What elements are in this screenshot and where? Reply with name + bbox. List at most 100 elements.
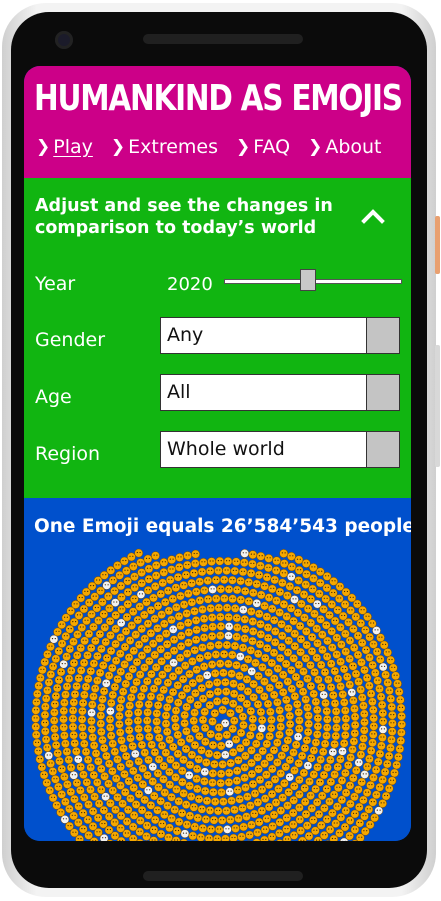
person-emoji-icon [293,732,303,742]
person-emoji-icon [332,715,341,724]
person-emoji-icon [232,632,242,642]
person-emoji-icon [387,735,396,745]
person-emoji-icon [50,699,60,709]
person-emoji-icon [133,708,143,717]
person-emoji-icon [263,633,273,643]
person-emoji-icon [116,762,126,772]
person-emoji-icon [41,694,51,703]
person-emoji-icon [90,792,99,802]
person-emoji-icon [384,751,394,761]
person-emoji-icon [125,701,135,710]
person-emoji-icon [34,681,44,691]
person-emoji-icon [229,716,239,726]
person-emoji-icon [189,802,199,812]
person-emoji-icon [59,714,68,724]
person-emoji-icon [264,593,274,602]
person-emoji-icon [380,767,390,777]
bottom-speaker [143,871,303,881]
person-emoji-icon [238,567,248,577]
person-emoji-icon [86,643,96,653]
person-emoji-icon [83,674,93,684]
person-emoji-icon [225,787,235,797]
chevron-up-icon [361,209,385,224]
nav-about-label: About [325,136,382,158]
person-emoji-icon [192,764,202,774]
person-emoji-icon [48,767,58,776]
dropdown-arrow-icon[interactable] [366,318,399,353]
person-emoji-icon [265,731,274,741]
person-emoji-icon [330,739,339,749]
person-emoji-icon [272,596,281,606]
person-emoji-icon [74,673,84,683]
site-title[interactable]: HUMANKIND AS EMOJIS [34,78,403,119]
nav-play-link[interactable]: ❯ Play [36,136,93,158]
person-emoji-icon [340,730,350,740]
person-emoji-icon [149,684,159,694]
person-emoji-icon [313,762,322,772]
person-emoji-icon [191,549,200,559]
volume-button [435,345,440,467]
person-emoji-icon [330,770,339,779]
person-emoji-icon [233,785,243,795]
person-emoji-icon [87,716,96,726]
person-emoji-icon [150,582,160,591]
person-emoji-icon [151,561,161,570]
person-emoji-icon [332,650,342,659]
nav-about-link[interactable]: ❯ About [308,136,381,158]
person-emoji-icon [252,838,261,841]
nav-faq-link[interactable]: ❯ FAQ [236,136,290,158]
person-emoji-icon [173,572,183,582]
person-emoji-icon [383,648,392,657]
person-emoji-icon [181,570,191,580]
person-emoji-icon [262,572,272,582]
person-emoji-icon [350,720,360,730]
region-select[interactable]: Whole world [160,431,400,468]
person-emoji-icon [149,593,158,603]
gender-select[interactable]: Any [160,317,400,354]
dropdown-arrow-icon[interactable] [366,432,399,467]
person-emoji-icon [391,671,400,681]
intro-text: Adjust and see the changes in comparison… [35,196,333,238]
person-emoji-icon [286,572,296,582]
collapse-button[interactable] [359,204,387,228]
person-emoji-icon [179,789,188,798]
power-button [435,216,440,274]
person-emoji-icon [240,615,250,624]
person-emoji-icon [156,829,166,839]
dropdown-arrow-icon[interactable] [366,375,399,410]
person-emoji-icon [199,662,209,671]
year-slider-thumb[interactable] [299,269,316,291]
person-emoji-icon [62,747,72,757]
person-emoji-icon [40,657,50,667]
person-emoji-icon [214,603,224,613]
person-emoji-icon [96,785,106,795]
person-emoji-icon [198,605,207,614]
person-emoji-icon [220,594,229,603]
person-emoji-icon [132,677,141,687]
person-emoji-icon [392,760,401,770]
person-emoji-icon [33,689,42,699]
person-emoji-icon [68,714,78,724]
person-emoji-icon [197,804,207,814]
person-emoji-icon [226,708,235,718]
person-emoji-icon [187,597,197,607]
person-emoji-icon [195,577,205,587]
nav-extremes-link[interactable]: ❯ Extremes [111,136,218,158]
person-emoji-icon [243,654,253,664]
person-emoji-icon [144,699,154,709]
person-emoji-icon [244,577,254,587]
person-emoji-icon [390,768,399,778]
person-emoji-icon [212,750,222,760]
person-emoji-icon [199,558,208,567]
person-emoji-icon [256,590,266,600]
person-emoji-icon [234,704,244,714]
person-emoji-icon [32,697,41,707]
person-emoji-icon [365,632,374,642]
person-emoji-icon [91,749,101,758]
person-emoji-icon [44,751,54,760]
person-emoji-icon [142,676,152,686]
age-select[interactable]: All [160,374,400,411]
person-emoji-icon [242,699,252,709]
person-emoji-icon [144,564,154,574]
person-emoji-icon [220,750,230,760]
